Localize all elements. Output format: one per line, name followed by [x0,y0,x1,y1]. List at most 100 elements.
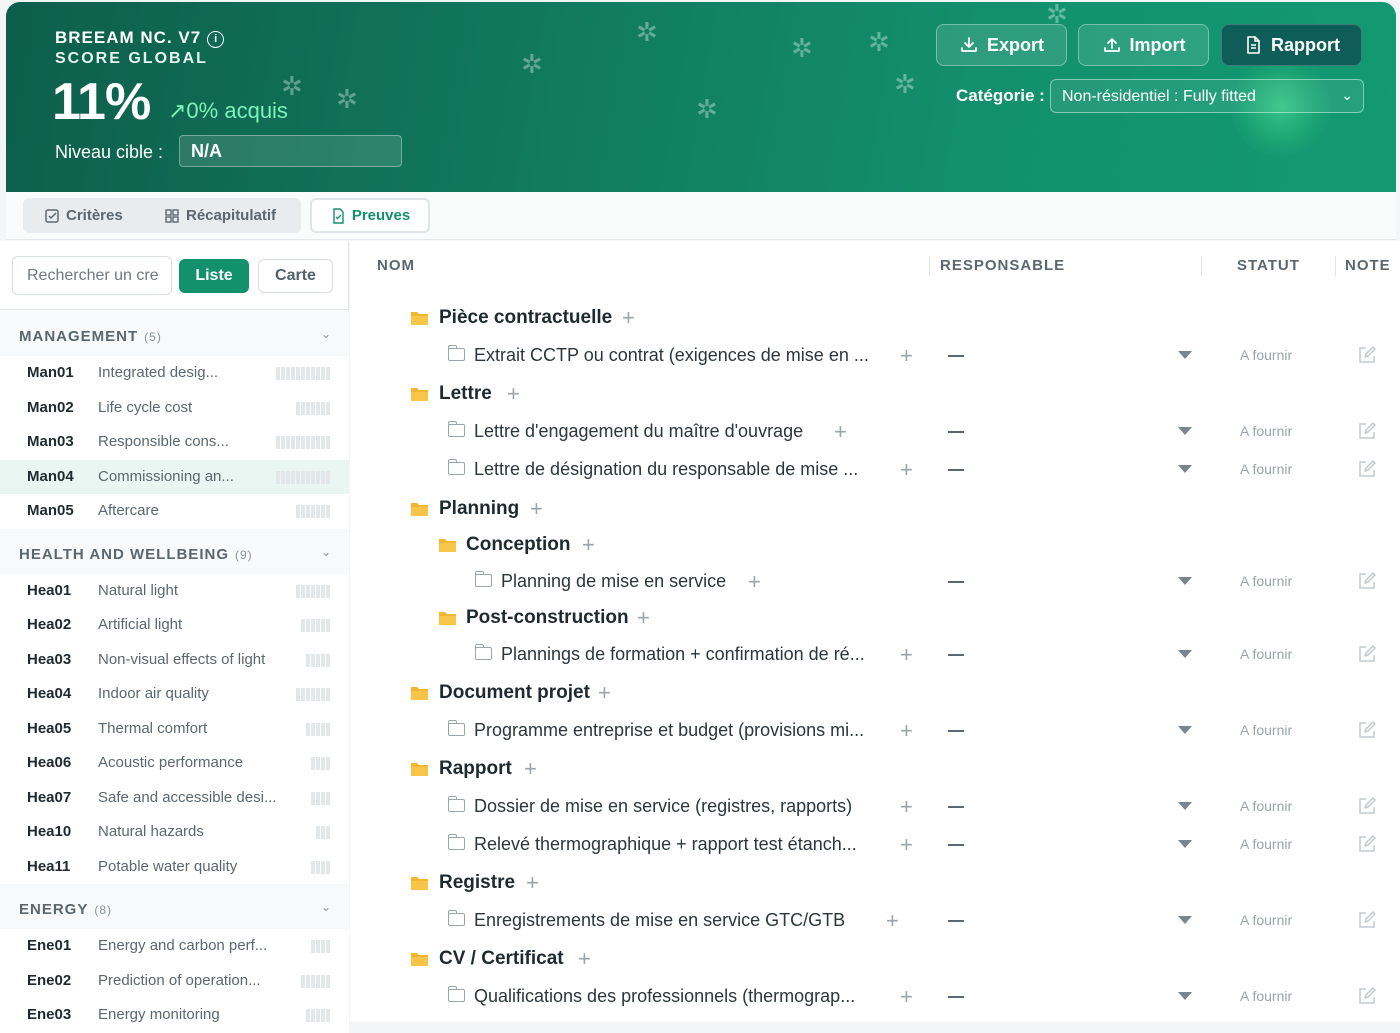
folder-row[interactable]: Planning + [350,496,1400,522]
column-header-note[interactable]: NOTE [1345,257,1391,274]
document-row[interactable]: Planning de mise en service + A fournir [350,569,1400,595]
responsable-dropdown-icon[interactable] [1178,802,1192,810]
tab-preuves[interactable]: Preuves [310,198,430,233]
criteria-item[interactable]: Hea11 Potable water quality [0,849,349,884]
responsable-dropdown-icon[interactable] [1178,650,1192,658]
responsable-dropdown-icon[interactable] [1178,351,1192,359]
criteria-item[interactable]: Man03 Responsible cons... [0,425,349,460]
responsable-dropdown-icon[interactable] [1178,840,1192,848]
edit-note-icon[interactable] [1357,345,1377,365]
criteria-item[interactable]: Hea05 Thermal comfort [0,711,349,746]
criteria-item[interactable]: Hea02 Artificial light [0,608,349,643]
criteria-list: MANAGEMENT (5) ⌄ Man01 Integrated desig... Ma… [0,311,349,1033]
add-icon[interactable]: + [886,908,899,934]
add-icon[interactable]: + [526,870,539,896]
criteria-item[interactable]: Hea10 Natural hazards [0,815,349,850]
responsable-dropdown-icon[interactable] [1178,916,1192,924]
responsable-dropdown-icon[interactable] [1178,427,1192,435]
info-icon[interactable]: i [207,31,225,48]
document-row[interactable]: Dossier de mise en service (registres, r… [350,794,1400,820]
add-icon[interactable]: + [637,605,650,631]
add-icon[interactable]: + [900,642,913,668]
add-icon[interactable]: + [748,569,761,595]
edit-note-icon[interactable] [1357,834,1377,854]
document-row[interactable]: Plannings de formation + confirmation de… [350,642,1400,668]
criteria-item[interactable]: Man04 Commissioning an... [0,459,349,494]
edit-note-icon[interactable] [1357,910,1377,930]
edit-note-icon[interactable] [1357,720,1377,740]
export-button[interactable]: Export [936,24,1067,66]
edit-note-icon[interactable] [1357,796,1377,816]
list-view-button[interactable]: Liste [179,259,249,293]
criteria-item[interactable]: Hea01 Natural light [0,573,349,608]
add-icon[interactable]: + [598,680,611,706]
folder-row[interactable]: Conception + [350,532,1400,558]
tab-recapitulatif[interactable]: Récapitulatif [164,198,276,233]
edit-note-icon[interactable] [1357,421,1377,441]
standard-title-text: BREEAM NC. V7 [55,28,202,47]
folder-row[interactable]: Lettre + [350,381,1400,407]
add-icon[interactable]: + [524,756,537,782]
criteria-item[interactable]: Ene03 Energy monitoring [0,998,349,1033]
add-icon[interactable]: + [900,794,913,820]
document-row[interactable]: Enregistrements de mise en service GTC/G… [350,908,1400,934]
criteria-group-header[interactable]: MANAGEMENT (5) ⌄ [0,311,349,356]
document-row[interactable]: Extrait CCTP ou contrat (exigences de mi… [350,343,1400,369]
tab-criteres[interactable]: Critères [44,198,123,233]
document-row[interactable]: Lettre d'engagement du maître d'ouvrage +… [350,419,1400,445]
target-level-field[interactable]: N/A [179,135,402,167]
credit-bar [326,505,330,518]
chevron-down-icon[interactable]: ⌄ [321,900,331,914]
folder-row[interactable]: CV / Certificat + [350,946,1400,972]
edit-note-icon[interactable] [1357,459,1377,479]
import-button[interactable]: Import [1078,24,1209,66]
folder-row[interactable]: Rapport + [350,756,1400,782]
criteria-group-header[interactable]: ENERGY (8) ⌄ [0,884,349,929]
criteria-item[interactable]: Hea07 Safe and accessible desi... [0,780,349,815]
add-icon[interactable]: + [582,532,595,558]
search-input[interactable]: Rechercher un cre [12,256,172,295]
add-icon[interactable]: + [530,496,543,522]
add-icon[interactable]: + [900,984,913,1010]
criteria-group-header[interactable]: HEALTH AND WELLBEING (9) ⌄ [0,528,349,574]
criteria-item[interactable]: Ene02 Prediction of operation... [0,963,349,998]
criteria-item[interactable]: Man02 Life cycle cost [0,390,349,425]
criteria-item[interactable]: Ene01 Energy and carbon perf... [0,929,349,964]
add-icon[interactable]: + [900,832,913,858]
criteria-item[interactable]: Man05 Aftercare [0,494,349,529]
folder-row[interactable]: Post-construction + [350,605,1400,631]
chevron-down-icon[interactable]: ⌄ [321,545,331,559]
document-row[interactable]: Relevé thermographique + rapport test ét… [350,832,1400,858]
column-header-responsable[interactable]: RESPONSABLE [940,257,1065,274]
criteria-item[interactable]: Man01 Integrated desig... [0,356,349,391]
document-row[interactable]: Programme entreprise et budget (provisio… [350,718,1400,744]
criteria-item[interactable]: Hea04 Indoor air quality [0,677,349,712]
column-header-nom[interactable]: NOM [377,257,415,274]
responsable-dropdown-icon[interactable] [1178,992,1192,1000]
add-icon[interactable]: + [900,343,913,369]
responsable-dropdown-icon[interactable] [1178,726,1192,734]
criteria-item[interactable]: Hea03 Non-visual effects of light [0,642,349,677]
add-icon[interactable]: + [900,457,913,483]
edit-note-icon[interactable] [1357,986,1377,1006]
folder-row[interactable]: Registre + [350,870,1400,896]
edit-note-icon[interactable] [1357,571,1377,591]
add-icon[interactable]: + [622,305,635,331]
add-icon[interactable]: + [578,946,591,972]
criteria-item[interactable]: Hea06 Acoustic performance [0,746,349,781]
folder-row[interactable]: Pièce contractuelle + [350,305,1400,331]
column-header-statut[interactable]: STATUT [1237,257,1300,274]
chevron-down-icon[interactable]: ⌄ [321,327,331,341]
category-select[interactable]: Non-résidentiel : Fully fitted ⌄ [1050,79,1364,113]
map-view-button[interactable]: Carte [258,259,333,293]
add-icon[interactable]: + [900,718,913,744]
folder-row[interactable]: Document projet + [350,680,1400,706]
edit-note-icon[interactable] [1357,644,1377,664]
document-row[interactable]: Qualifications des professionnels (therm… [350,984,1400,1010]
add-icon[interactable]: + [507,381,520,407]
responsable-dropdown-icon[interactable] [1178,577,1192,585]
document-row[interactable]: Lettre de désignation du responsable de … [350,457,1400,483]
responsable-dropdown-icon[interactable] [1178,465,1192,473]
report-button[interactable]: Rapport [1221,24,1362,66]
add-icon[interactable]: + [834,419,847,445]
